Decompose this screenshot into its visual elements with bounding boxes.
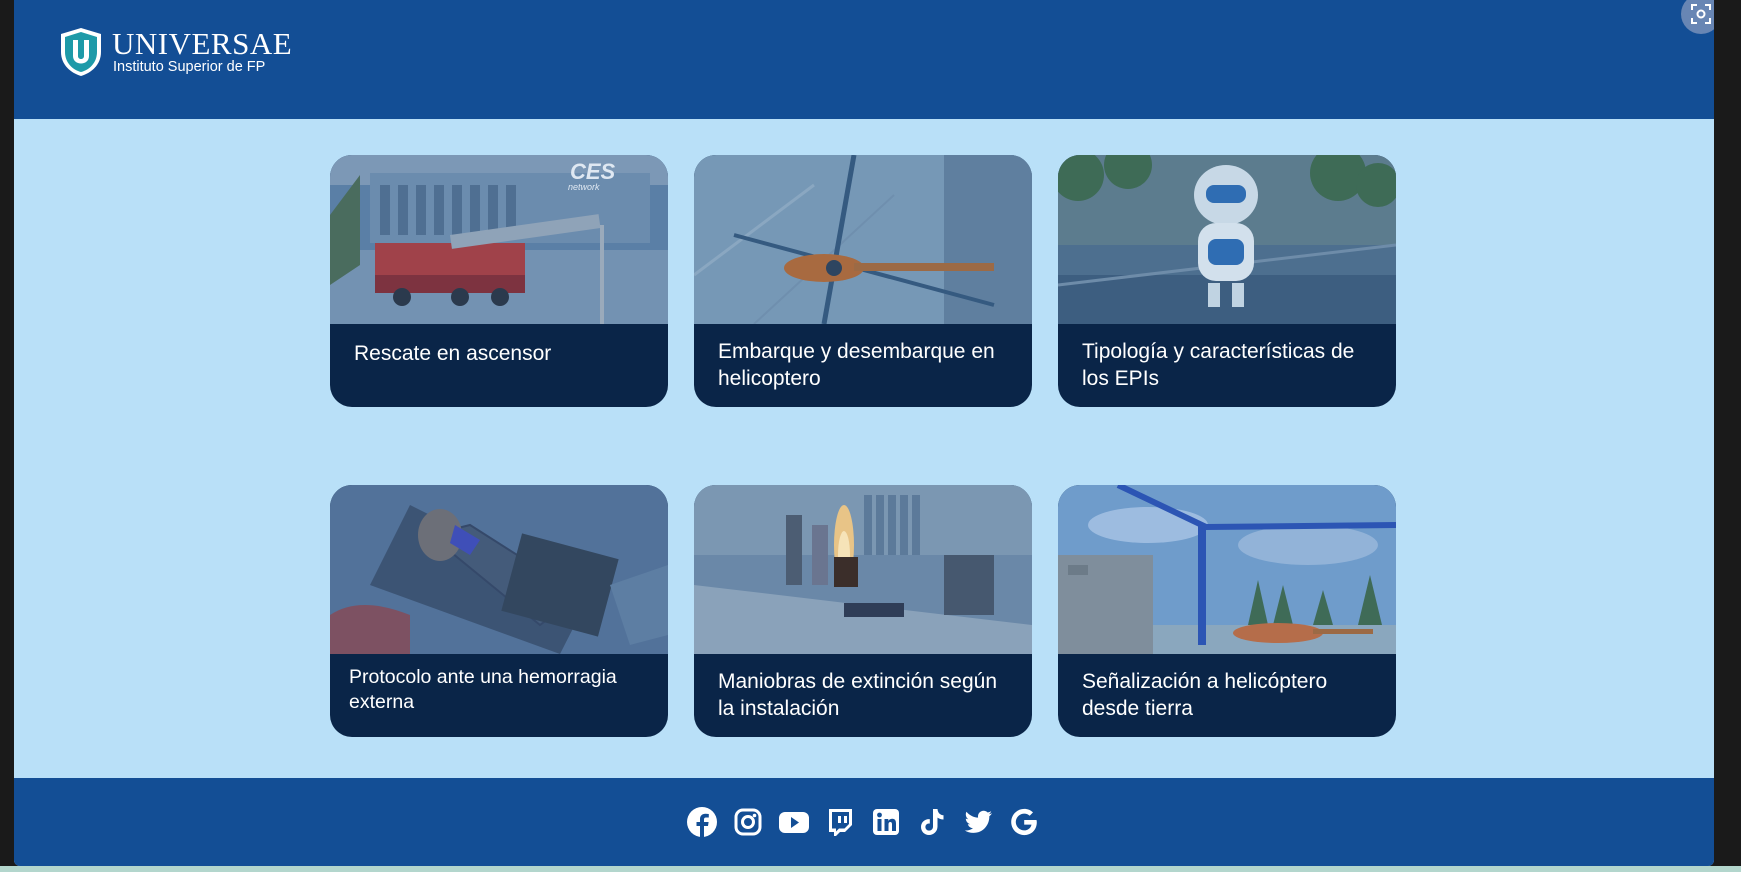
facebook-icon[interactable] <box>686 806 718 838</box>
universae-logo[interactable]: UNIVERSAE Instituto Superior de FP <box>58 26 292 78</box>
svg-text:network: network <box>568 182 600 192</box>
card-title: Maniobras de extinción según la instalac… <box>718 670 998 720</box>
site-header: UNIVERSAE Instituto Superior de FP <box>14 0 1714 119</box>
logo-subtitle: Instituto Superior de FP <box>113 59 266 75</box>
social-links <box>686 806 1054 838</box>
course-card-hemorragia[interactable]: Protocolo ante una hemorragia externa <box>330 485 668 737</box>
course-card-helicoptero[interactable]: Embarque y desembarque en helicoptero <box>694 155 1032 407</box>
card-title: Tipología y características de los EPIs <box>1082 340 1355 390</box>
tiktok-icon[interactable] <box>916 806 948 838</box>
fullscreen-icon <box>1691 4 1711 24</box>
youtube-icon[interactable] <box>778 806 810 838</box>
card-title: Señalización a helicóptero desde tierra <box>1082 670 1328 720</box>
instagram-icon[interactable] <box>732 806 764 838</box>
course-card-senalizacion[interactable]: Señalización a helicóptero desde tierra <box>1058 485 1396 737</box>
bottom-strip <box>0 866 1741 872</box>
linkedin-icon[interactable] <box>870 806 902 838</box>
robot-mascot-image <box>1058 155 1396 324</box>
ces-network-text: CES <box>570 159 616 184</box>
logo-name: UNIVERSAE <box>112 26 293 61</box>
course-card-rescate[interactable]: CES network Rescate en ascensor <box>330 155 668 407</box>
fire-truck-image: CES network <box>330 155 668 324</box>
twitter-icon[interactable] <box>962 806 994 838</box>
page: UNIVERSAE Instituto Superior de FP CES n… <box>14 0 1714 866</box>
course-card-extincion[interactable]: Maniobras de extinción según la instalac… <box>694 485 1032 737</box>
shield-logo-icon <box>61 28 101 76</box>
twitch-icon[interactable] <box>824 806 856 838</box>
helicopter-image <box>694 155 1032 324</box>
course-card-epis[interactable]: Tipología y características de los EPIs <box>1058 155 1396 407</box>
google-icon[interactable] <box>1008 806 1040 838</box>
crane-helicopter-image <box>1058 485 1396 654</box>
card-title: Embarque y desembarque en helicoptero <box>718 340 995 390</box>
site-footer <box>14 778 1714 866</box>
office-fire-image <box>694 485 1032 654</box>
card-title: Rescate en ascensor <box>354 342 552 365</box>
card-title: Protocolo ante una hemorragia externa <box>349 666 617 713</box>
injured-person-image <box>330 485 668 654</box>
